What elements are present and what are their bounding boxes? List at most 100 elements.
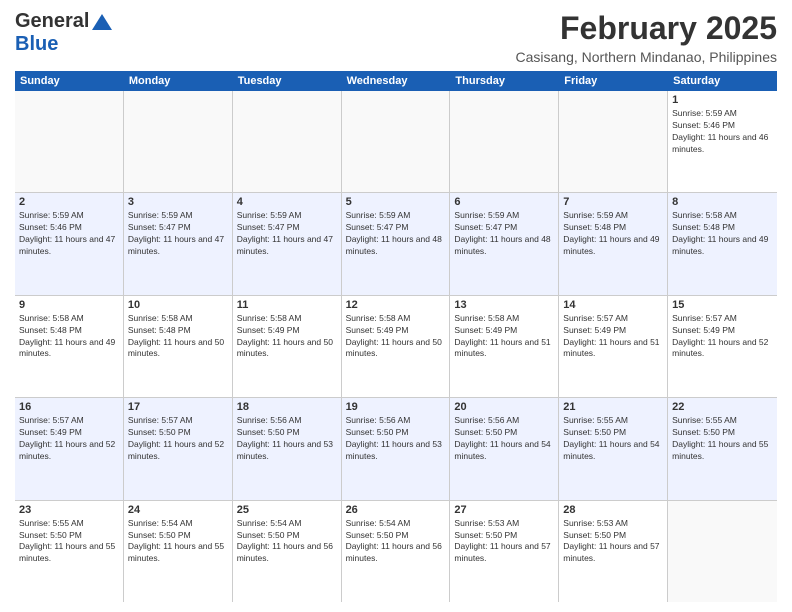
day-info: Sunrise: 5:55 AMSunset: 5:50 PMDaylight:… [563, 415, 663, 463]
calendar-week-2: 2 Sunrise: 5:59 AMSunset: 5:46 PMDaylight… [15, 193, 777, 295]
day-info: Sunrise: 5:53 AMSunset: 5:50 PMDaylight:… [563, 518, 663, 566]
day-number: 28 [563, 504, 663, 516]
day-info: Sunrise: 5:58 AMSunset: 5:49 PMDaylight:… [454, 313, 554, 361]
empty-cell [15, 91, 124, 192]
day-info: Sunrise: 5:59 AMSunset: 5:47 PMDaylight:… [237, 210, 337, 258]
day-info: Sunrise: 5:57 AMSunset: 5:49 PMDaylight:… [19, 415, 119, 463]
weekday-header-saturday: Saturday [668, 71, 777, 91]
day-number: 18 [237, 401, 337, 413]
day-number: 16 [19, 401, 119, 413]
day-info: Sunrise: 5:58 AMSunset: 5:49 PMDaylight:… [237, 313, 337, 361]
weekday-header-wednesday: Wednesday [342, 71, 451, 91]
day-cell-24: 24Sunrise: 5:54 AMSunset: 5:50 PMDayligh… [124, 501, 233, 602]
weekday-header-sunday: Sunday [15, 71, 124, 91]
calendar-body: 1 Sunrise: 5:59 AMSunset: 5:46 PMDaylight… [15, 91, 777, 602]
day-info: Sunrise: 5:54 AMSunset: 5:50 PMDaylight:… [346, 518, 446, 566]
empty-cell [124, 91, 233, 192]
weekday-header-thursday: Thursday [450, 71, 559, 91]
page: General Blue February 2025 Casisang, Nor… [0, 0, 792, 612]
weekday-header-friday: Friday [559, 71, 668, 91]
empty-cell [342, 91, 451, 192]
day-number: 24 [128, 504, 228, 516]
day-cell-10: 10Sunrise: 5:58 AMSunset: 5:48 PMDayligh… [124, 296, 233, 397]
day-info: Sunrise: 5:54 AMSunset: 5:50 PMDaylight:… [237, 518, 337, 566]
day-number: 2 [19, 196, 119, 208]
day-number: 1 [672, 94, 773, 106]
day-cell-14: 14Sunrise: 5:57 AMSunset: 5:49 PMDayligh… [559, 296, 668, 397]
empty-cell [233, 91, 342, 192]
day-cell-6: 6 Sunrise: 5:59 AMSunset: 5:47 PMDaylight… [450, 193, 559, 294]
day-info: Sunrise: 5:55 AMSunset: 5:50 PMDaylight:… [672, 415, 773, 463]
day-cell-7: 7Sunrise: 5:59 AMSunset: 5:48 PMDaylight… [559, 193, 668, 294]
day-info: Sunrise: 5:59 AMSunset: 5:47 PMDaylight:… [454, 210, 554, 258]
day-info: Sunrise: 5:59 AMSunset: 5:48 PMDaylight:… [563, 210, 663, 258]
day-number: 20 [454, 401, 554, 413]
day-cell-22: 22 Sunrise: 5:55 AMSunset: 5:50 PMDayligh… [668, 398, 777, 499]
logo-blue: Blue [15, 33, 58, 55]
day-info: Sunrise: 5:57 AMSunset: 5:49 PMDaylight:… [672, 313, 773, 361]
day-cell-1: 1 Sunrise: 5:59 AMSunset: 5:46 PMDaylight… [668, 91, 777, 192]
day-info: Sunrise: 5:58 AMSunset: 5:49 PMDaylight:… [346, 313, 446, 361]
header: General Blue February 2025 Casisang, Nor… [15, 10, 777, 65]
day-number: 11 [237, 299, 337, 311]
logo: General Blue [15, 10, 112, 56]
day-info: Sunrise: 5:59 AMSunset: 5:46 PMDaylight:… [19, 210, 119, 258]
day-cell-19: 19 Sunrise: 5:56 AMSunset: 5:50 PMDayligh… [342, 398, 451, 499]
day-cell-2: 2 Sunrise: 5:59 AMSunset: 5:46 PMDaylight… [15, 193, 124, 294]
day-number: 26 [346, 504, 446, 516]
day-cell-18: 18 Sunrise: 5:56 AMSunset: 5:50 PMDayligh… [233, 398, 342, 499]
day-number: 14 [563, 299, 663, 311]
empty-cell [668, 501, 777, 602]
logo-general: General [15, 10, 89, 33]
day-info: Sunrise: 5:53 AMSunset: 5:50 PMDaylight:… [454, 518, 554, 566]
day-number: 17 [128, 401, 228, 413]
calendar: SundayMondayTuesdayWednesdayThursdayFrid… [15, 71, 777, 602]
day-number: 19 [346, 401, 446, 413]
weekday-header-monday: Monday [124, 71, 233, 91]
logo-triangle-icon [92, 14, 112, 30]
empty-cell [559, 91, 668, 192]
day-cell-8: 8Sunrise: 5:58 AMSunset: 5:48 PMDaylight… [668, 193, 777, 294]
day-cell-25: 25 Sunrise: 5:54 AMSunset: 5:50 PMDayligh… [233, 501, 342, 602]
day-cell-5: 5Sunrise: 5:59 AMSunset: 5:47 PMDaylight… [342, 193, 451, 294]
day-info: Sunrise: 5:56 AMSunset: 5:50 PMDaylight:… [346, 415, 446, 463]
day-cell-15: 15 Sunrise: 5:57 AMSunset: 5:49 PMDayligh… [668, 296, 777, 397]
day-cell-12: 12 Sunrise: 5:58 AMSunset: 5:49 PMDayligh… [342, 296, 451, 397]
day-cell-20: 20 Sunrise: 5:56 AMSunset: 5:50 PMDayligh… [450, 398, 559, 499]
day-number: 15 [672, 299, 773, 311]
day-info: Sunrise: 5:59 AMSunset: 5:47 PMDaylight:… [128, 210, 228, 258]
calendar-week-5: 23 Sunrise: 5:55 AMSunset: 5:50 PMDayligh… [15, 501, 777, 602]
day-number: 5 [346, 196, 446, 208]
empty-cell [450, 91, 559, 192]
day-info: Sunrise: 5:58 AMSunset: 5:48 PMDaylight:… [19, 313, 119, 361]
day-info: Sunrise: 5:55 AMSunset: 5:50 PMDaylight:… [19, 518, 119, 566]
day-number: 25 [237, 504, 337, 516]
day-number: 10 [128, 299, 228, 311]
day-cell-28: 28 Sunrise: 5:53 AMSunset: 5:50 PMDayligh… [559, 501, 668, 602]
day-info: Sunrise: 5:57 AMSunset: 5:50 PMDaylight:… [128, 415, 228, 463]
day-number: 12 [346, 299, 446, 311]
day-number: 4 [237, 196, 337, 208]
title-section: February 2025 Casisang, Northern Mindana… [516, 10, 777, 65]
day-cell-13: 13 Sunrise: 5:58 AMSunset: 5:49 PMDayligh… [450, 296, 559, 397]
day-number: 23 [19, 504, 119, 516]
day-cell-11: 11 Sunrise: 5:58 AMSunset: 5:49 PMDayligh… [233, 296, 342, 397]
day-info: Sunrise: 5:56 AMSunset: 5:50 PMDaylight:… [454, 415, 554, 463]
day-cell-9: 9 Sunrise: 5:58 AMSunset: 5:48 PMDaylight… [15, 296, 124, 397]
day-number: 9 [19, 299, 119, 311]
day-cell-17: 17 Sunrise: 5:57 AMSunset: 5:50 PMDayligh… [124, 398, 233, 499]
day-number: 27 [454, 504, 554, 516]
day-info: Sunrise: 5:59 AMSunset: 5:46 PMDaylight:… [672, 108, 773, 156]
calendar-week-4: 16 Sunrise: 5:57 AMSunset: 5:49 PMDayligh… [15, 398, 777, 500]
day-number: 22 [672, 401, 773, 413]
day-number: 13 [454, 299, 554, 311]
day-number: 6 [454, 196, 554, 208]
month-title: February 2025 [516, 10, 777, 47]
day-cell-23: 23 Sunrise: 5:55 AMSunset: 5:50 PMDayligh… [15, 501, 124, 602]
day-cell-21: 21 Sunrise: 5:55 AMSunset: 5:50 PMDayligh… [559, 398, 668, 499]
day-info: Sunrise: 5:58 AMSunset: 5:48 PMDaylight:… [672, 210, 773, 258]
weekday-header-tuesday: Tuesday [233, 71, 342, 91]
day-number: 21 [563, 401, 663, 413]
day-info: Sunrise: 5:56 AMSunset: 5:50 PMDaylight:… [237, 415, 337, 463]
day-cell-16: 16 Sunrise: 5:57 AMSunset: 5:49 PMDayligh… [15, 398, 124, 499]
